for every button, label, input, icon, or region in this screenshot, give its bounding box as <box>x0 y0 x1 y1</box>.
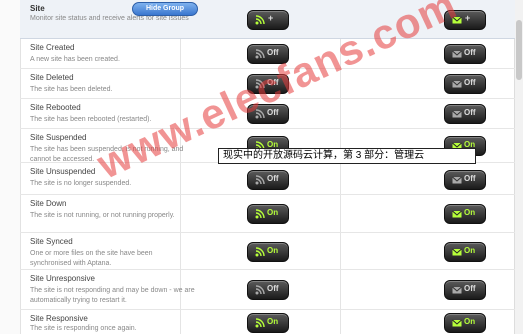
rss-icon <box>255 209 265 219</box>
toggle-state: On <box>464 246 476 255</box>
toggle-state: Off <box>464 284 476 293</box>
toggle-state: On <box>464 208 476 217</box>
site-notifications-panel: Site Monitor site status and receive ale… <box>0 0 523 334</box>
event-description: The site is responding once again. <box>30 325 137 332</box>
toggle-state: Off <box>267 174 279 183</box>
event-title: Site Created <box>30 43 75 52</box>
event-title: Site Rebooted <box>30 103 81 112</box>
mail-icon <box>452 50 462 58</box>
event-title: Site Down <box>30 199 67 208</box>
event-title: Site Suspended <box>30 133 87 142</box>
rss-toggle[interactable]: On <box>247 204 289 224</box>
hide-group-button[interactable]: Hide Group <box>132 2 198 16</box>
mail-toggle[interactable]: On <box>444 313 486 333</box>
rss-toggle[interactable]: Off <box>247 170 289 190</box>
toggle-state: On <box>464 317 476 326</box>
vertical-scrollbar[interactable] <box>514 0 523 334</box>
rss-icon <box>255 247 265 257</box>
toggle-state: On <box>267 246 279 255</box>
mail-icon <box>452 110 462 118</box>
scrollbar-thumb[interactable] <box>516 20 522 80</box>
event-description: One or more files on the site have been … <box>30 250 153 267</box>
mail-all-plus: + <box>465 13 471 23</box>
toggle-state: Off <box>464 174 476 183</box>
event-title: Site Synced <box>30 237 73 246</box>
mail-icon <box>452 248 462 256</box>
event-title: Site Unresponsive <box>30 274 95 283</box>
toggle-state: Off <box>267 284 279 293</box>
event-title: Site Deleted <box>30 73 74 82</box>
toggle-state: Off <box>267 48 279 57</box>
mail-icon <box>452 210 462 218</box>
rss-toggle[interactable]: Off <box>247 280 289 300</box>
mail-icon <box>452 176 462 184</box>
mail-toggle[interactable]: On <box>444 204 486 224</box>
mail-toggle[interactable]: Off <box>444 280 486 300</box>
event-title: Site Unsuspended <box>30 167 96 176</box>
left-gutter <box>0 0 21 334</box>
mail-icon <box>452 286 462 294</box>
event-description: The site is not running, or not running … <box>30 212 175 219</box>
mail-toggle[interactable]: Off <box>444 104 486 124</box>
article-caption: 现实中的开放源码云计算，第 3 部分：管理云 <box>218 148 476 164</box>
rss-icon <box>255 318 265 328</box>
rss-icon <box>255 285 265 295</box>
mail-icon <box>452 319 462 327</box>
mail-toggle[interactable]: Off <box>444 44 486 64</box>
mail-icon <box>452 80 462 88</box>
rss-all-toggle[interactable]: + <box>247 10 289 30</box>
toggle-state: Off <box>464 78 476 87</box>
toggle-state: Off <box>464 48 476 57</box>
rss-all-plus: + <box>268 13 274 23</box>
event-title: Site Responsive <box>30 314 88 323</box>
event-description: A new site has been created. <box>30 56 120 63</box>
toggle-state: Off <box>464 108 476 117</box>
mail-toggle[interactable]: On <box>444 242 486 262</box>
rss-toggle[interactable]: On <box>247 313 289 333</box>
event-description: The site has been deleted. <box>30 86 113 93</box>
toggle-state: On <box>267 317 279 326</box>
rss-icon <box>255 49 265 59</box>
toggle-state: On <box>267 208 279 217</box>
group-title: Site <box>30 4 45 13</box>
rss-icon <box>255 15 265 25</box>
rss-icon <box>255 175 265 185</box>
mail-toggle[interactable]: Off <box>444 170 486 190</box>
mail-toggle[interactable]: Off <box>444 74 486 94</box>
event-description: The site is not responding and may be do… <box>30 287 195 304</box>
rss-toggle[interactable]: On <box>247 242 289 262</box>
